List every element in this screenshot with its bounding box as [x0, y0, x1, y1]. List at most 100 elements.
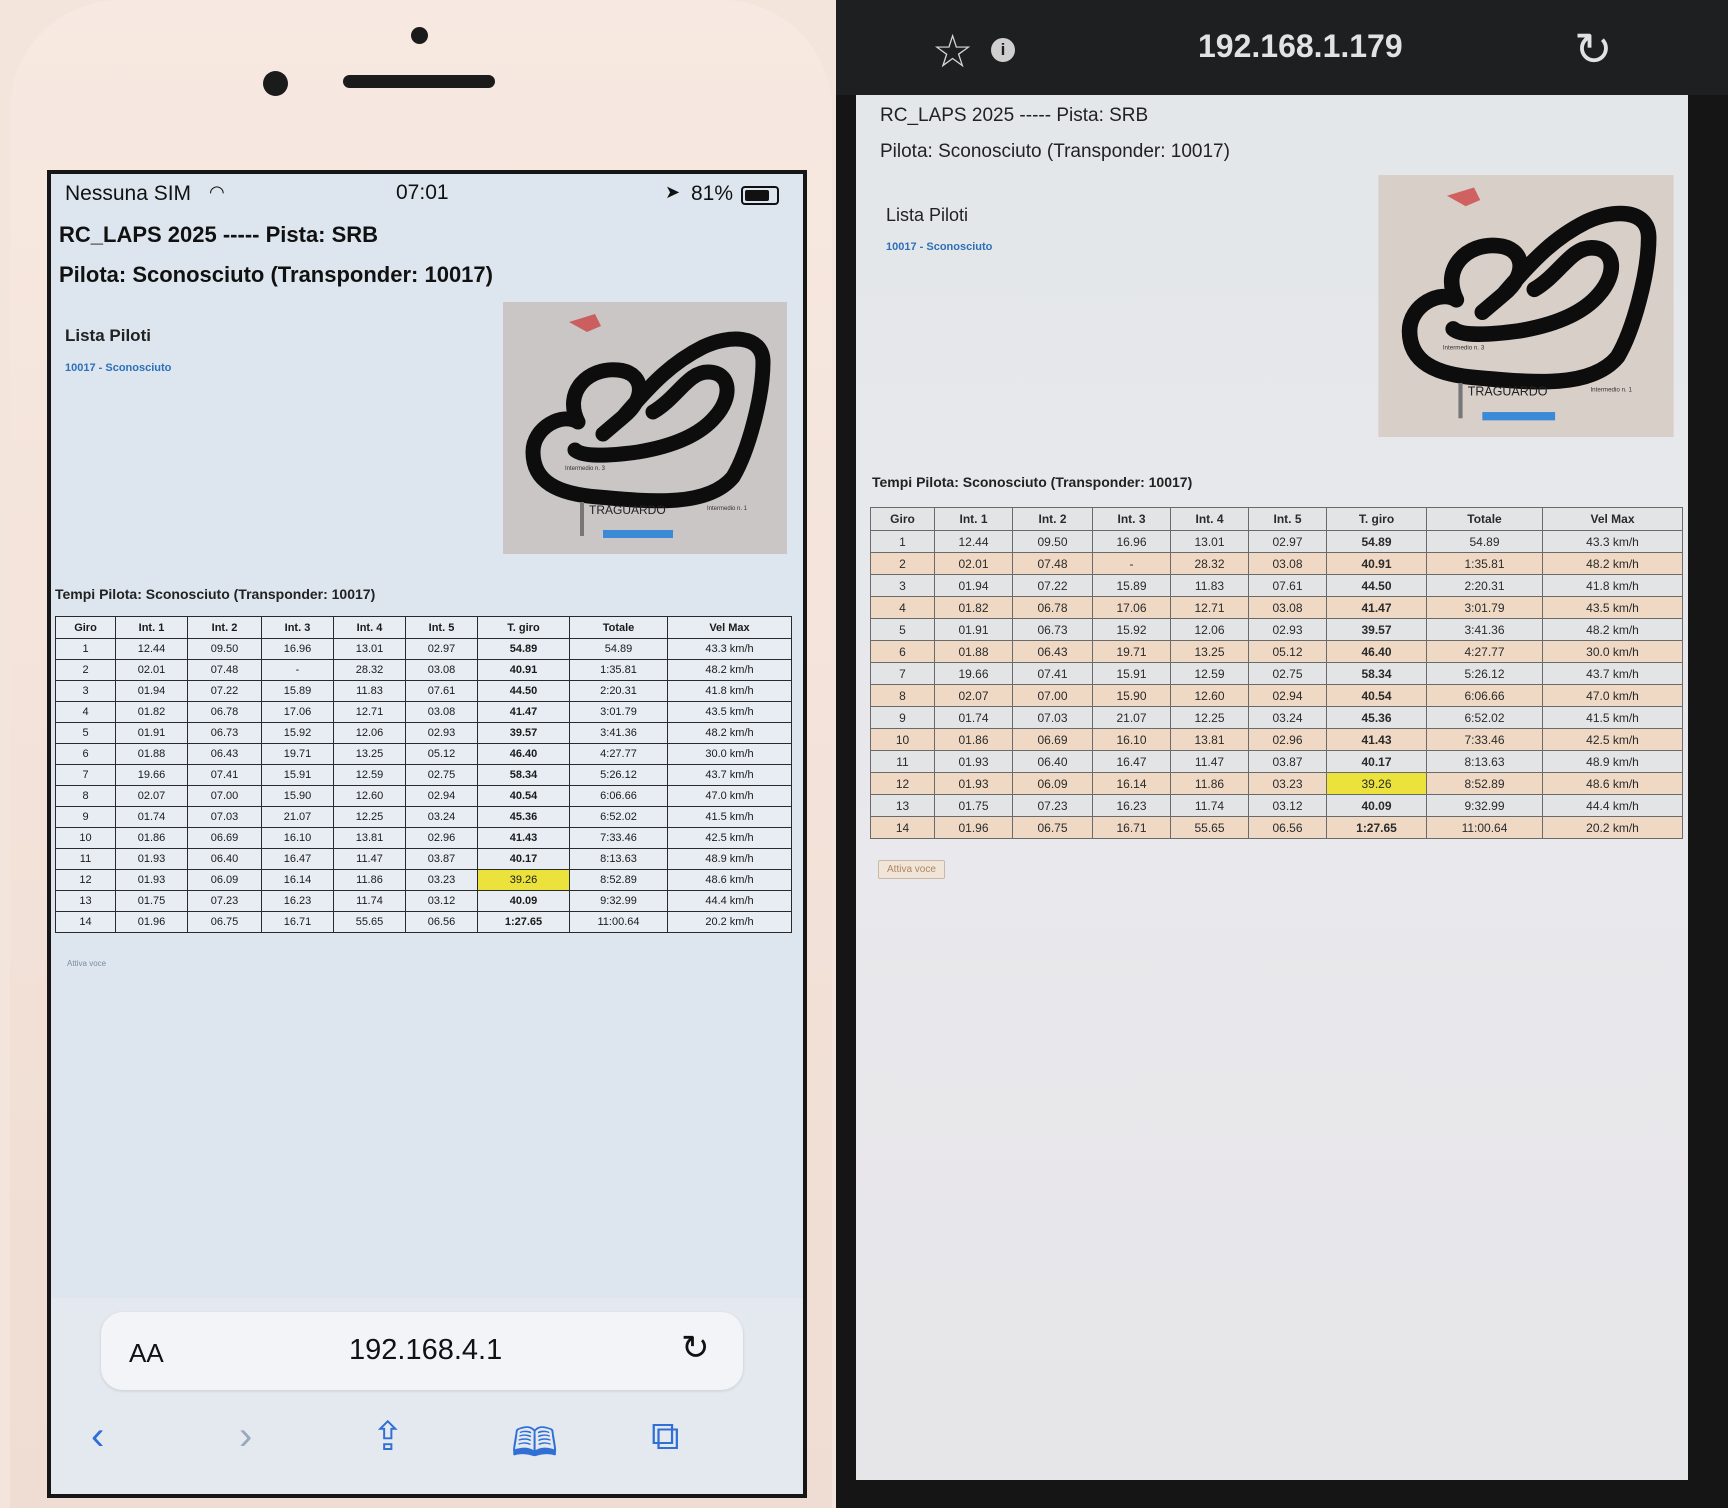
table-cell: 11.47 — [1170, 750, 1249, 773]
table-row: 14 01.96 06.75 16.71 55.65 06.56 1:27.65 11:00.… — [870, 816, 1683, 839]
table-cell: 09.50 — [1012, 530, 1093, 553]
lap-table-header-row: Giro Int. 1 Int. 2 Int. 3 Int. 4 Int. 5 T. gir… — [55, 616, 792, 639]
table-cell: 01.94 — [934, 574, 1013, 597]
table-cell: 19.66 — [934, 662, 1013, 685]
table-cell: 40.09 — [1326, 794, 1427, 817]
table-cell: 5 — [55, 722, 116, 744]
table-cell: 16.10 — [261, 827, 334, 849]
table-cell: 06.40 — [1012, 750, 1093, 773]
table-cell: 48.6 km/h — [1542, 772, 1683, 795]
activate-voice-button[interactable]: Attiva voce — [67, 959, 106, 968]
table-cell: 15.91 — [261, 764, 334, 786]
reload-icon[interactable]: ↻ — [681, 1328, 710, 1368]
table-cell: 05.12 — [1248, 640, 1327, 663]
table-cell: 06.43 — [187, 743, 262, 765]
table-cell: 41.43 — [1326, 728, 1427, 751]
table-cell: 01.75 — [115, 890, 188, 912]
table-cell: 12.44 — [115, 638, 188, 660]
table-cell: 15.92 — [1092, 618, 1171, 641]
table-cell: 41.5 km/h — [1542, 706, 1683, 729]
wifi-icon: ◠ — [209, 182, 225, 202]
table-cell: 07.03 — [1012, 706, 1093, 729]
iphone-screen: Nessuna SIM ◠ 07:01 ➤ 81% RC_LAPS 2025 -… — [47, 170, 807, 1498]
android-screen: RC_LAPS 2025 ----- Pista: SRB Pilota: Sc… — [856, 95, 1688, 1480]
table-cell: 02.01 — [934, 552, 1013, 575]
lap-table-header-cell: Giro — [55, 616, 116, 639]
table-cell: 1:27.65 — [477, 911, 570, 933]
table-cell: 43.3 km/h — [1542, 530, 1683, 553]
pilot-list-title: Lista Piloti — [65, 326, 151, 345]
lap-table-body: 1 12.44 09.50 16.96 13.01 02.97 54.89 54.89 43.3… — [870, 530, 1683, 839]
text-size-button[interactable]: AA — [129, 1338, 164, 1369]
safari-address-bar[interactable]: AA 192.168.4.1 ↻ — [101, 1312, 743, 1390]
table-cell: 7:33.46 — [1426, 728, 1543, 751]
table-cell: 03.87 — [405, 848, 478, 870]
table-cell: 11.47 — [333, 848, 406, 870]
table-cell: 12.25 — [333, 806, 406, 828]
pilot-list-item-link[interactable]: 10017 - Sconosciuto — [65, 362, 171, 374]
table-cell: 14 — [870, 816, 935, 839]
table-cell: 41.8 km/h — [1542, 574, 1683, 597]
address-url[interactable]: 192.168.4.1 — [349, 1334, 502, 1367]
table-cell: 4 — [870, 596, 935, 619]
table-cell: 16.47 — [261, 848, 334, 870]
table-cell: 58.34 — [1326, 662, 1427, 685]
site-info-icon[interactable]: i — [991, 38, 1015, 62]
table-cell: 03.08 — [1248, 596, 1327, 619]
table-cell: - — [261, 659, 334, 681]
lap-table-header-cell: T. giro — [477, 616, 570, 639]
table-cell: 16.10 — [1092, 728, 1171, 751]
table-row: 3 01.94 07.22 15.89 11.83 07.61 44.50 2:20.31 41… — [55, 680, 792, 702]
bookmarks-icon[interactable]: 🕮 — [511, 1414, 558, 1482]
table-cell: 01.96 — [115, 911, 188, 933]
table-cell: 03.08 — [1248, 552, 1327, 575]
tabs-icon[interactable]: ⧉ — [651, 1414, 680, 1459]
table-cell: 16.96 — [261, 638, 334, 660]
table-row: 2 02.01 07.48-28.32 03.08 40.91 1:35.81 48.2 k… — [870, 552, 1683, 575]
front-camera — [263, 71, 288, 96]
finish-post — [580, 502, 584, 536]
page-title: RC_LAPS 2025 ----- Pista: SRB — [880, 105, 1149, 126]
share-icon[interactable]: ⇪ — [371, 1414, 405, 1460]
table-cell: 16.14 — [1092, 772, 1171, 795]
table-cell: 17.06 — [1092, 596, 1171, 619]
table-cell: 11:00.64 — [1426, 816, 1543, 839]
table-cell: 43.7 km/h — [667, 764, 792, 786]
table-cell: 03.24 — [1248, 706, 1327, 729]
table-cell: 11.86 — [333, 869, 406, 891]
table-row: 5 01.91 06.73 15.92 12.06 02.93 39.57 3:41.36 48… — [55, 722, 792, 744]
forward-arrow-icon[interactable]: › — [239, 1414, 252, 1459]
pilot-heading: Pilota: Sconosciuto (Transponder: 10017) — [880, 141, 1230, 162]
address-host[interactable]: 192.168.1.179 — [1198, 28, 1403, 65]
table-cell: 40.54 — [477, 785, 570, 807]
table-cell: 2:20.31 — [569, 680, 668, 702]
proximity-sensor — [411, 27, 428, 44]
table-cell: 06.56 — [1248, 816, 1327, 839]
lap-table-header-cell: Int. 3 — [1092, 507, 1171, 531]
table-cell: 12.71 — [333, 701, 406, 723]
ios-status-bar: Nessuna SIM ◠ 07:01 ➤ 81% — [51, 174, 803, 208]
reload-icon[interactable]: ↻ — [1574, 22, 1613, 76]
status-time: 07:01 — [396, 181, 449, 204]
table-row: 8 02.07 07.00 15.90 12.60 02.94 40.54 6:06.66 47… — [55, 785, 792, 807]
table-cell: 40.91 — [1326, 552, 1427, 575]
track-map-image: TRAGUARDO Intermedio n. 3 Intermedio n. … — [503, 302, 787, 554]
back-arrow-icon[interactable]: ‹ — [91, 1414, 104, 1459]
battery-percentage: 81% — [691, 182, 734, 205]
table-cell: 7 — [870, 662, 935, 685]
activate-voice-button[interactable]: Attiva voce — [878, 860, 945, 879]
table-row: 12 01.93 06.09 16.14 11.86 03.23 39.26 8:52.89 4… — [870, 772, 1683, 795]
lap-table-header-cell: Int. 5 — [405, 616, 478, 639]
table-cell: 20.2 km/h — [1542, 816, 1683, 839]
battery-icon — [741, 186, 779, 205]
table-cell: 02.93 — [1248, 618, 1327, 641]
bookmark-star-icon[interactable]: ☆ — [932, 24, 973, 78]
lap-times-table: Giro Int. 1 Int. 2 Int. 3 Int. 4 Int. 5 T. gir… — [870, 507, 1683, 839]
table-cell: 12.60 — [1170, 684, 1249, 707]
pilot-list-item-link[interactable]: 10017 - Sconosciuto — [886, 241, 992, 253]
table-row: 2 02.01 07.48-28.32 03.08 40.91 1:35.81 48.2 k… — [55, 659, 792, 681]
table-cell: 16.23 — [1092, 794, 1171, 817]
table-cell: 4 — [55, 701, 116, 723]
lap-table-header-cell: Int. 2 — [1012, 507, 1093, 531]
table-cell: 54.89 — [477, 638, 570, 660]
